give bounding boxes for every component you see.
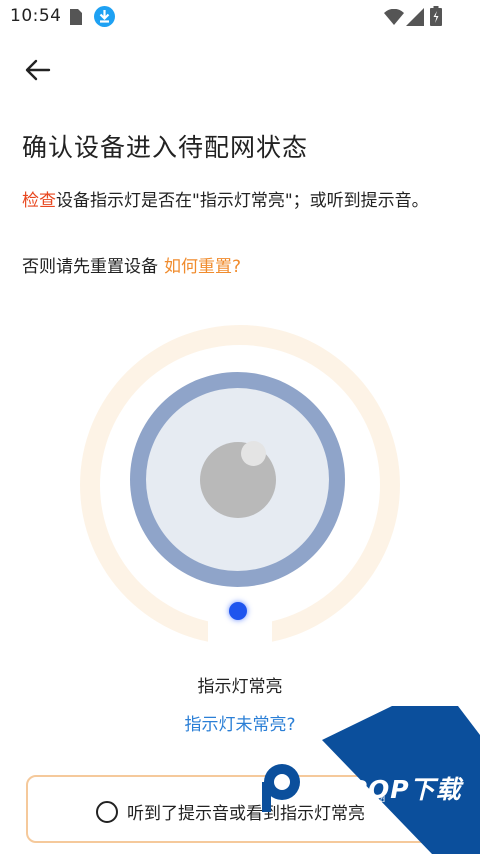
indicator-not-lit-link[interactable]: 指示灯未常亮? bbox=[0, 710, 480, 735]
instruction-text: 检查设备指示灯是否在"指示灯常亮"；或听到提示音。 bbox=[22, 191, 442, 212]
how-to-reset-link[interactable]: 如何重置? bbox=[164, 257, 241, 277]
instruction-highlight: 检查 bbox=[22, 191, 56, 211]
reset-text: 否则请先重置设备 bbox=[22, 257, 158, 277]
battery-icon bbox=[430, 6, 442, 26]
page-title: 确认设备进入待配网状态 bbox=[22, 133, 309, 162]
wifi-icon bbox=[384, 9, 404, 25]
device-illustration bbox=[80, 325, 400, 650]
back-arrow-icon[interactable] bbox=[22, 55, 54, 85]
indicator-led bbox=[229, 602, 247, 620]
status-bar: 10:54 bbox=[0, 0, 480, 34]
watermark-sub-text: PCPOP Download bbox=[310, 795, 386, 804]
indicator-status-label: 指示灯常亮 bbox=[197, 677, 283, 697]
download-notification-icon bbox=[94, 6, 115, 27]
status-time: 10:54 bbox=[10, 6, 62, 26]
radio-unchecked-icon[interactable] bbox=[96, 801, 118, 823]
signal-icon bbox=[406, 8, 424, 26]
sim-card-icon bbox=[70, 9, 82, 25]
lens-glint bbox=[241, 441, 266, 466]
reset-hint: 否则请先重置设备 如何重置? bbox=[22, 252, 241, 277]
instruction-body: 设备指示灯是否在"指示灯常亮"；或听到提示音。 bbox=[56, 191, 429, 211]
